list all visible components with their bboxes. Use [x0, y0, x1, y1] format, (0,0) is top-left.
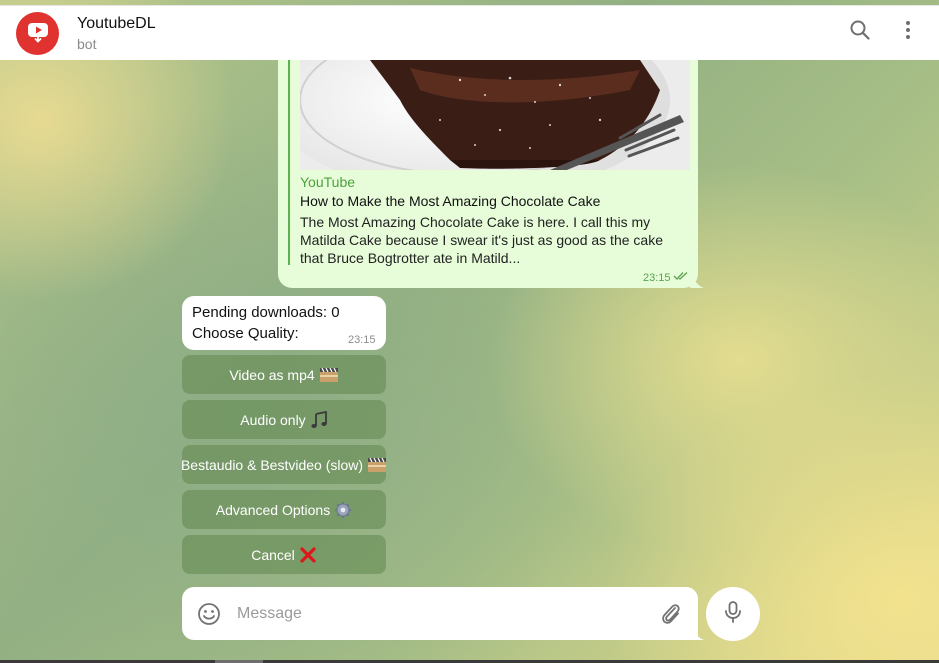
- choose-quality-text: Choose Quality:: [192, 325, 299, 342]
- youtube-play-icon: [25, 18, 51, 49]
- voice-record-button[interactable]: [706, 587, 760, 641]
- music-note-icon: [310, 410, 328, 429]
- more-menu-button[interactable]: [895, 19, 921, 45]
- link-preview-thumbnail[interactable]: [300, 60, 690, 170]
- cancel-button[interactable]: Cancel: [182, 535, 386, 574]
- search-button[interactable]: [847, 19, 873, 45]
- avatar[interactable]: [16, 12, 59, 55]
- film-reel-icon: [319, 367, 339, 383]
- bubble-tail: [690, 270, 704, 288]
- message-input[interactable]: [237, 601, 637, 627]
- double-check-icon: [673, 271, 689, 284]
- film-reel-icon: [367, 457, 386, 473]
- smile-icon: [196, 603, 222, 631]
- link-site-name[interactable]: YouTube: [300, 174, 355, 190]
- message-time: 23:15: [348, 334, 376, 346]
- paperclip-icon: [659, 604, 683, 631]
- button-label: Cancel: [251, 546, 295, 563]
- pending-downloads-text: Pending downloads: 0: [192, 304, 340, 321]
- audio-only-button[interactable]: Audio only: [182, 400, 386, 439]
- composer-tail: [690, 622, 704, 640]
- more-vertical-icon: [905, 20, 911, 45]
- message-time: 23:15: [643, 271, 671, 284]
- link-description: The Most Amazing Chocolate Cake is here.…: [300, 214, 663, 266]
- search-icon: [849, 19, 871, 46]
- microphone-icon: [722, 600, 744, 629]
- message-meta: 23:15: [643, 271, 689, 284]
- cross-icon: [299, 546, 317, 564]
- button-label: Bestaudio & Bestvideo (slow): [182, 456, 364, 473]
- attach-button[interactable]: [659, 601, 683, 627]
- button-label: Audio only: [240, 411, 306, 428]
- advanced-options-button[interactable]: Advanced Options: [182, 490, 386, 529]
- button-label: Advanced Options: [215, 501, 331, 518]
- video-mp4-button[interactable]: Video as mp4: [182, 355, 386, 394]
- button-label: Video as mp4: [229, 366, 315, 383]
- link-title[interactable]: How to Make the Most Amazing Chocolate C…: [300, 193, 600, 209]
- gear-icon: [334, 501, 352, 519]
- chat-header: YoutubeDL bot: [0, 5, 939, 60]
- chat-subtitle: bot: [77, 36, 97, 52]
- emoji-button[interactable]: [196, 601, 222, 627]
- link-preview-bar: [288, 60, 290, 265]
- best-audio-video-button[interactable]: Bestaudio & Bestvideo (slow): [182, 445, 386, 484]
- chat-title[interactable]: YoutubeDL: [77, 15, 156, 33]
